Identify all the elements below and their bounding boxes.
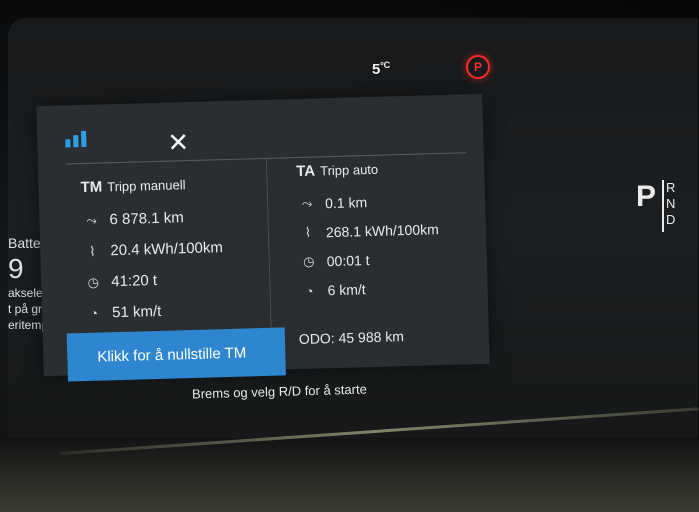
route-icon: ⤳ bbox=[86, 212, 97, 228]
close-icon[interactable]: ✕ bbox=[167, 127, 190, 158]
trip-auto-time-row: ◷ 00:01 t bbox=[299, 250, 440, 270]
outside-temperature: 5ºC bbox=[372, 60, 390, 78]
gear-divider bbox=[662, 180, 664, 232]
parking-brake-icon: P bbox=[466, 55, 490, 79]
reset-tm-button[interactable]: Klikk for å nullstille TM bbox=[66, 327, 286, 382]
trip-manual-abbr: TM bbox=[80, 178, 103, 197]
trip-auto-speed: 6 km/t bbox=[327, 281, 366, 299]
trip-auto-consumption: 268.1 kWh/100km bbox=[325, 221, 439, 241]
speed-icon: ◔ bbox=[89, 305, 99, 321]
trip-computer-panel: ✕ TM Tripp manuell ⤳ 6 878.1 km ⌇ 20.4 kWh/… bbox=[36, 93, 490, 382]
consumption-icon: ⌇ bbox=[88, 243, 96, 259]
current-gear: P bbox=[636, 180, 657, 213]
trip-manual-column: TM Tripp manuell ⤳ 6 878.1 km ⌇ 20.4 kWh/10… bbox=[80, 175, 225, 336]
consumption-icon: ⌇ bbox=[304, 224, 312, 240]
trip-manual-time-row: ◷ 41:20 t bbox=[83, 270, 224, 291]
trip-manual-name: Tripp manuell bbox=[107, 177, 186, 195]
trip-auto-speed-row: ◔ 6 km/t bbox=[299, 279, 440, 299]
trip-manual-speed: 51 km/t bbox=[111, 302, 162, 322]
trip-manual-distance: 6 878.1 km bbox=[109, 209, 184, 229]
temperature-unit: ºC bbox=[380, 60, 391, 70]
odometer: ODO: 45 988 km bbox=[298, 328, 405, 348]
parking-brake-label: P bbox=[473, 60, 482, 74]
clock-icon: ◷ bbox=[87, 274, 100, 290]
panel-header: ✕ bbox=[36, 94, 483, 158]
trip-auto-column: TA Tripp auto ⤳ 0.1 km ⌇ 268.1 kWh/100km ◷ 0… bbox=[296, 159, 441, 312]
trip-manual-consumption-row: ⌇ 20.4 kWh/100km bbox=[82, 239, 223, 260]
stats-icon[interactable] bbox=[65, 130, 89, 148]
route-icon: ⤳ bbox=[301, 195, 313, 211]
trip-auto-name: Tripp auto bbox=[319, 161, 379, 179]
trip-auto-abbr: TA bbox=[296, 162, 316, 181]
clock-icon: ◷ bbox=[302, 253, 315, 269]
trip-manual-distance-row: ⤳ 6 878.1 km bbox=[81, 208, 222, 229]
speed-icon: ◔ bbox=[305, 283, 314, 299]
trip-auto-distance-row: ⤳ 0.1 km bbox=[297, 192, 438, 212]
gear-options: R N D bbox=[666, 180, 676, 227]
trip-manual-title: TM Tripp manuell bbox=[80, 175, 221, 196]
trip-auto-time: 00:01 t bbox=[326, 252, 370, 270]
trip-auto-consumption-row: ⌇ 268.1 kWh/100km bbox=[298, 221, 439, 241]
trip-manual-speed-row: ◔ 51 km/t bbox=[84, 301, 225, 322]
trip-auto-distance: 0.1 km bbox=[324, 194, 368, 212]
trip-manual-consumption: 20.4 kWh/100km bbox=[110, 239, 224, 260]
trip-auto-title: TA Tripp auto bbox=[296, 159, 437, 180]
trip-manual-time: 41:20 t bbox=[111, 271, 158, 291]
